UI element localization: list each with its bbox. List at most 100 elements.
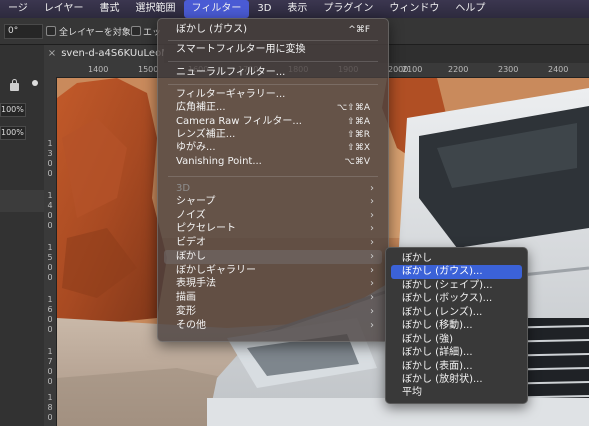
menu-3d[interactable]: 3D <box>249 0 279 18</box>
submenu-blur[interactable]: ぼかし › <box>164 250 382 264</box>
menu-item-filter-gallery[interactable]: フィルターギャラリー... <box>164 88 382 102</box>
menu-item-label: 描画 <box>176 292 196 303</box>
menu-item-label: 広角補正... <box>176 102 226 113</box>
menu-item-label: ぼかし (放射状)... <box>402 374 483 385</box>
blur-item-more[interactable]: ぼかし (強) <box>391 333 522 347</box>
menu-item-label: ぼかし (移動)... <box>402 320 473 331</box>
menu-item-label: ぼかし <box>402 253 432 264</box>
blur-item-radial[interactable]: ぼかし (放射状)... <box>391 373 522 387</box>
lock-icon[interactable] <box>10 79 19 91</box>
menu-item-neural-filter[interactable]: ニューラルフィルター... <box>164 66 382 80</box>
menu-select[interactable]: 選択範囲 <box>128 0 184 18</box>
chevron-right-icon: › <box>370 196 374 207</box>
ruler-digit: 4 <box>47 201 53 210</box>
blur-item-gaussian[interactable]: ぼかし (ガウス)... <box>391 265 522 279</box>
menu-item-lens-correction[interactable]: レンズ補正... ⇧⌘R <box>164 128 382 142</box>
shortcut-label: ⇧⌘X <box>347 143 370 153</box>
edge-checkbox[interactable] <box>131 26 141 36</box>
chevron-right-icon: › <box>370 183 374 194</box>
menu-item-label: ぼかし (ガウス) <box>176 24 247 35</box>
ruler-digit: 1 <box>47 243 53 252</box>
submenu-noise[interactable]: ノイズ › <box>164 209 382 223</box>
menu-divider <box>168 84 378 85</box>
vertical-ruler: 1 3 0 0 1 4 0 0 1 5 0 0 1 6 0 0 1 7 0 0 … <box>44 77 57 426</box>
ruler-digit: 8 <box>47 403 53 412</box>
fill-field[interactable]: 100% <box>0 126 26 140</box>
submenu-sharpen[interactable]: シャープ › <box>164 195 382 209</box>
menu-item-adaptive-wide-angle[interactable]: 広角補正... ⌥⇧⌘A <box>164 101 382 115</box>
menu-item-last-filter[interactable]: ぼかし (ガウス) ^⌘F <box>164 23 382 37</box>
menu-divider <box>168 176 378 177</box>
ruler-tick: 1400 <box>88 65 109 74</box>
menu-item-label: 平均 <box>402 387 422 398</box>
shortcut-label: ⌥⇧⌘A <box>336 103 370 113</box>
shortcut-label: ^⌘F <box>348 25 370 35</box>
submenu-other[interactable]: その他 › <box>164 319 382 333</box>
menu-item-label: ぼかし (表面)... <box>402 361 473 372</box>
ruler-digit: 0 <box>47 367 53 376</box>
blur-item-lens[interactable]: ぼかし (レンズ)... <box>391 306 522 320</box>
blur-item-box[interactable]: ぼかし (ボックス)... <box>391 292 522 306</box>
submenu-distort[interactable]: 変形 › <box>164 305 382 319</box>
blur-item-average[interactable]: 平均 <box>391 386 522 400</box>
menu-item-label: ぼかし (レンズ)... <box>402 307 483 318</box>
layer-row[interactable] <box>0 190 44 212</box>
menu-item-label: 変形 <box>176 306 196 317</box>
chevron-right-icon: › <box>370 223 374 234</box>
close-tab-icon[interactable]: × <box>46 45 58 63</box>
menu-item-camera-raw[interactable]: Camera Raw フィルター... ⇧⌘A <box>164 115 382 129</box>
menu-item-label: 表現手法 <box>176 278 216 289</box>
menu-item-label: フィルターギャラリー... <box>176 89 286 100</box>
submenu-stylize[interactable]: 表現手法 › <box>164 277 382 291</box>
ruler-digit: 0 <box>47 413 53 422</box>
menu-type[interactable]: 書式 <box>92 0 128 18</box>
document-tab[interactable]: × sven-d-a4S6KUuLeoM <box>44 45 164 63</box>
blur-item-shape[interactable]: ぼかし (シェイプ)... <box>391 279 522 293</box>
chevron-right-icon: › <box>370 292 374 303</box>
submenu-video[interactable]: ビデオ › <box>164 236 382 250</box>
menu-item-label: Camera Raw フィルター... <box>176 116 302 127</box>
all-layers-label: 全レイヤーを対象 <box>59 28 131 38</box>
ruler-tick: 2200 <box>448 65 469 74</box>
chevron-right-icon: › <box>370 278 374 289</box>
menu-window[interactable]: ウィンドウ <box>381 0 447 18</box>
submenu-pixelate[interactable]: ピクセレート › <box>164 222 382 236</box>
menu-item-label: ぼかしギャラリー <box>176 265 256 276</box>
blur-item-smart[interactable]: ぼかし (詳細)... <box>391 346 522 360</box>
chevron-right-icon: › <box>370 251 374 262</box>
ruler-digit: 1 <box>47 347 53 356</box>
menu-item-label: ぼかし (ボックス)... <box>402 293 493 304</box>
menu-item-label: スマートフィルター用に変換 <box>176 44 306 55</box>
opacity-field[interactable]: 100% <box>0 103 26 117</box>
menu-help[interactable]: ヘルプ <box>447 0 493 18</box>
blur-item-motion[interactable]: ぼかし (移動)... <box>391 319 522 333</box>
ruler-digit: 7 <box>47 357 53 366</box>
blur-item-surface[interactable]: ぼかし (表面)... <box>391 360 522 374</box>
chevron-right-icon: › <box>370 320 374 331</box>
angle-input[interactable]: 0° <box>4 24 43 39</box>
ruler-digit: 0 <box>47 211 53 220</box>
ruler-digit: 0 <box>47 377 53 386</box>
menu-item-label: ぼかし <box>176 251 206 262</box>
menu-image[interactable]: ージ <box>0 0 36 18</box>
menu-view[interactable]: 表示 <box>279 0 315 18</box>
menu-bar: ージ レイヤー 書式 選択範囲 フィルター 3D 表示 プラグイン ウィンドウ … <box>0 0 589 18</box>
all-layers-checkbox[interactable] <box>46 26 56 36</box>
layers-panel-edge: 100% 100% <box>0 45 44 426</box>
menu-item-liquify[interactable]: ゆがみ... ⇧⌘X <box>164 141 382 155</box>
ruler-tick: 1500 <box>138 65 159 74</box>
submenu-render[interactable]: 描画 › <box>164 291 382 305</box>
menu-item-smart-filter[interactable]: スマートフィルター用に変換 <box>164 43 382 57</box>
chevron-right-icon: › <box>370 237 374 248</box>
submenu-blur-gallery[interactable]: ぼかしギャラリー › <box>164 264 382 278</box>
menu-layer[interactable]: レイヤー <box>36 0 92 18</box>
menu-item-vanishing-point[interactable]: Vanishing Point... ⌥⌘V <box>164 155 382 169</box>
menu-plugins[interactable]: プラグイン <box>315 0 381 18</box>
blur-item-blur[interactable]: ぼかし <box>391 252 522 266</box>
menu-item-label: ゆがみ... <box>176 142 216 153</box>
brush-dot-icon[interactable] <box>32 80 38 86</box>
ruler-digit: 0 <box>47 159 53 168</box>
menu-filter[interactable]: フィルター <box>183 0 250 18</box>
blur-submenu: ぼかし ぼかし (ガウス)... ぼかし (シェイプ)... ぼかし (ボックス… <box>385 247 528 404</box>
menu-divider <box>168 61 378 62</box>
